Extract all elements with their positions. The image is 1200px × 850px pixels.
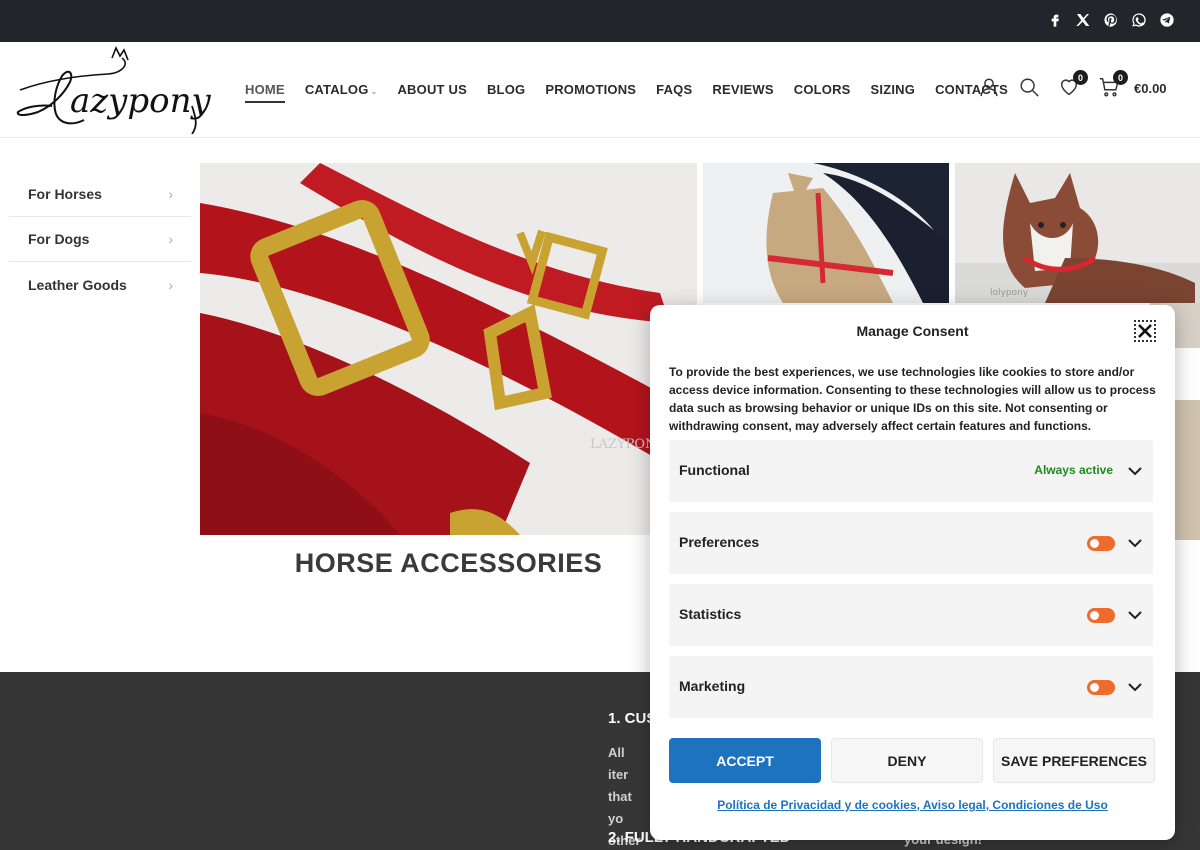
marketing-toggle[interactable] xyxy=(1087,680,1115,695)
save-preferences-button[interactable]: SAVE PREFERENCES xyxy=(993,738,1155,783)
pinterest-icon[interactable] xyxy=(1102,10,1120,30)
category-label: Marketing xyxy=(679,678,746,694)
category-label: Functional xyxy=(679,462,750,478)
top-bar xyxy=(0,0,1200,42)
site-header: azypony HOME CATALOG ⌄ ABOUT US BLOG PROM… xyxy=(0,42,1200,138)
whatsapp-icon[interactable] xyxy=(1130,10,1148,30)
thumbnail-horse-halter[interactable] xyxy=(703,163,949,303)
chevron-right-icon: › xyxy=(168,186,173,202)
sidebar-item-label: For Horses xyxy=(28,186,102,202)
consent-category-statistics[interactable]: Statistics xyxy=(669,584,1153,646)
search-icon[interactable] xyxy=(1018,76,1040,100)
statistics-toggle[interactable] xyxy=(1087,608,1115,623)
consent-category-marketing[interactable]: Marketing xyxy=(669,656,1153,718)
category-label: Statistics xyxy=(679,606,742,622)
consent-category-preferences[interactable]: Preferences xyxy=(669,512,1153,574)
facebook-icon[interactable] xyxy=(1046,10,1064,30)
chevron-right-icon: › xyxy=(168,231,173,247)
always-active-label: Always active xyxy=(1034,463,1113,477)
deny-button[interactable]: DENY xyxy=(831,738,983,783)
main-nav: HOME CATALOG ⌄ ABOUT US BLOG PROMOTIONS F… xyxy=(245,82,1028,103)
sidebar-item-leather-goods[interactable]: Leather Goods › xyxy=(9,262,191,307)
consent-category-functional[interactable]: Functional Always active xyxy=(669,440,1153,502)
wishlist-count-badge: 0 xyxy=(1073,70,1088,85)
header-actions: 0 0 €0.00 xyxy=(978,70,1167,100)
nav-home[interactable]: HOME xyxy=(245,82,285,103)
policy-links: Política de Privacidad y de cookies, Avi… xyxy=(650,798,1175,812)
nav-blog[interactable]: BLOG xyxy=(487,82,525,97)
cart-total[interactable]: €0.00 xyxy=(1134,81,1167,96)
nav-catalog-label: CATALOG xyxy=(304,82,369,97)
nav-sizing[interactable]: SIZING xyxy=(871,82,916,97)
close-icon[interactable] xyxy=(1134,320,1156,342)
consent-description: To provide the best experiences, we use … xyxy=(669,365,1156,433)
nav-colors[interactable]: COLORS xyxy=(794,82,851,97)
cart-icon[interactable]: 0 xyxy=(1098,70,1128,100)
chevron-down-icon[interactable] xyxy=(1127,463,1143,479)
chevron-down-icon[interactable] xyxy=(1127,679,1143,695)
telegram-icon[interactable] xyxy=(1158,10,1176,30)
chevron-right-icon: › xyxy=(168,276,173,293)
chevron-down-icon[interactable] xyxy=(1127,607,1143,623)
sidebar-item-label: Leather Goods xyxy=(28,276,127,293)
consent-title: Manage Consent xyxy=(856,323,969,339)
sidebar-item-for-horses[interactable]: For Horses › xyxy=(9,172,191,217)
sidebar-item-for-dogs[interactable]: For Dogs › xyxy=(9,217,191,262)
site-logo[interactable]: azypony xyxy=(12,46,222,135)
feature-text-line: All iter xyxy=(608,745,629,782)
hero-image-horse-accessories[interactable]: LAZYPONY xyxy=(200,163,697,535)
nav-promotions[interactable]: PROMOTIONS xyxy=(545,82,636,97)
cart-count-badge: 0 xyxy=(1113,70,1128,85)
nav-faqs[interactable]: FAQS xyxy=(656,82,692,97)
wishlist-heart-icon[interactable]: 0 xyxy=(1058,70,1088,100)
thumb-watermark: lolypony xyxy=(990,288,1029,298)
feature-text-line: that yo xyxy=(608,789,632,826)
hero-title[interactable]: HORSE ACCESSORIES xyxy=(200,548,697,579)
svg-text:azypony: azypony xyxy=(70,81,212,121)
user-icon[interactable] xyxy=(978,76,1000,100)
category-sidebar: For Horses › For Dogs › Leather Goods › xyxy=(9,172,191,307)
sidebar-item-label: For Dogs xyxy=(28,231,90,247)
consent-dialog: Manage Consent To provide the best exper… xyxy=(650,305,1175,840)
nav-catalog[interactable]: CATALOG ⌄ xyxy=(305,82,378,97)
accept-button[interactable]: ACCEPT xyxy=(669,738,821,783)
nav-reviews[interactable]: REVIEWS xyxy=(712,82,773,97)
nav-about-us[interactable]: ABOUT US xyxy=(397,82,467,97)
thumbnail-husky-dog[interactable]: lolypony xyxy=(955,163,1200,303)
x-icon[interactable] xyxy=(1074,10,1092,30)
category-label: Preferences xyxy=(679,534,760,550)
policy-link[interactable]: Política de Privacidad y de cookies, Avi… xyxy=(717,798,1108,812)
chevron-down-icon[interactable] xyxy=(1127,535,1143,551)
preferences-toggle[interactable] xyxy=(1087,536,1115,551)
chevron-down-icon: ⌄ xyxy=(370,87,378,96)
social-links xyxy=(1046,10,1176,30)
